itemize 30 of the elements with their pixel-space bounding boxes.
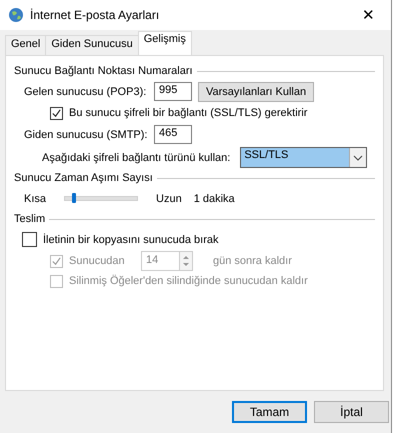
- defaults-button[interactable]: Varsayılanları Kullan: [198, 82, 314, 102]
- dialog-button[interactable]: İptal: [314, 401, 389, 423]
- spin-arrows-icon: [182, 254, 190, 268]
- chevron-down-icon: [353, 154, 364, 160]
- window-title: İnternet E-posta Ayarları: [30, 8, 160, 22]
- checkbox-label: İletinin bir kopyasını sunucuda bırak: [43, 234, 218, 246]
- checkbox[interactable]: [22, 232, 37, 247]
- tab[interactable]: Gelişmiş: [138, 31, 192, 55]
- slider-reading: 1 dakika: [194, 192, 235, 204]
- checkbox-label: Bu sunucu şifreli bir bağlantı (SSL/TLS) gerektirir: [69, 107, 308, 119]
- close-button[interactable]: ✕: [354, 6, 383, 24]
- slider-label: Uzun: [156, 192, 182, 204]
- encryption-dropdown[interactable]: SSL/TLS: [240, 147, 368, 168]
- tab[interactable]: Genel: [5, 35, 46, 55]
- globe-icon: [8, 7, 24, 23]
- timeout-slider[interactable]: [64, 196, 138, 201]
- checkbox-label: Silinmiş Öğeler'den silindiğinde sunucudan kaldır: [69, 275, 308, 287]
- spinbox-suffix: gün sonra kaldır: [213, 255, 292, 267]
- checkbox[interactable]: [50, 106, 63, 120]
- dialog-button[interactable]: Tamam: [232, 401, 307, 423]
- group-title: Sunucu Bağlantı Noktası Numaraları: [14, 65, 193, 77]
- input-field[interactable]: 995: [154, 82, 192, 101]
- group-title: Sunucu Zaman Aşımı Sayısı: [14, 172, 153, 184]
- field-label: Aşağıdaki şifreli bağlantı türünü kullan:: [42, 152, 230, 164]
- input-field[interactable]: 465: [154, 125, 192, 144]
- field-label: Giden sunucusu (SMTP):: [24, 128, 148, 140]
- field-label: Gelen sunucusu (POP3):: [24, 86, 148, 98]
- checkbox-label: Sunucudan: [69, 255, 125, 267]
- slider-label: Kısa: [24, 192, 46, 204]
- group-title: Teslim: [14, 213, 46, 225]
